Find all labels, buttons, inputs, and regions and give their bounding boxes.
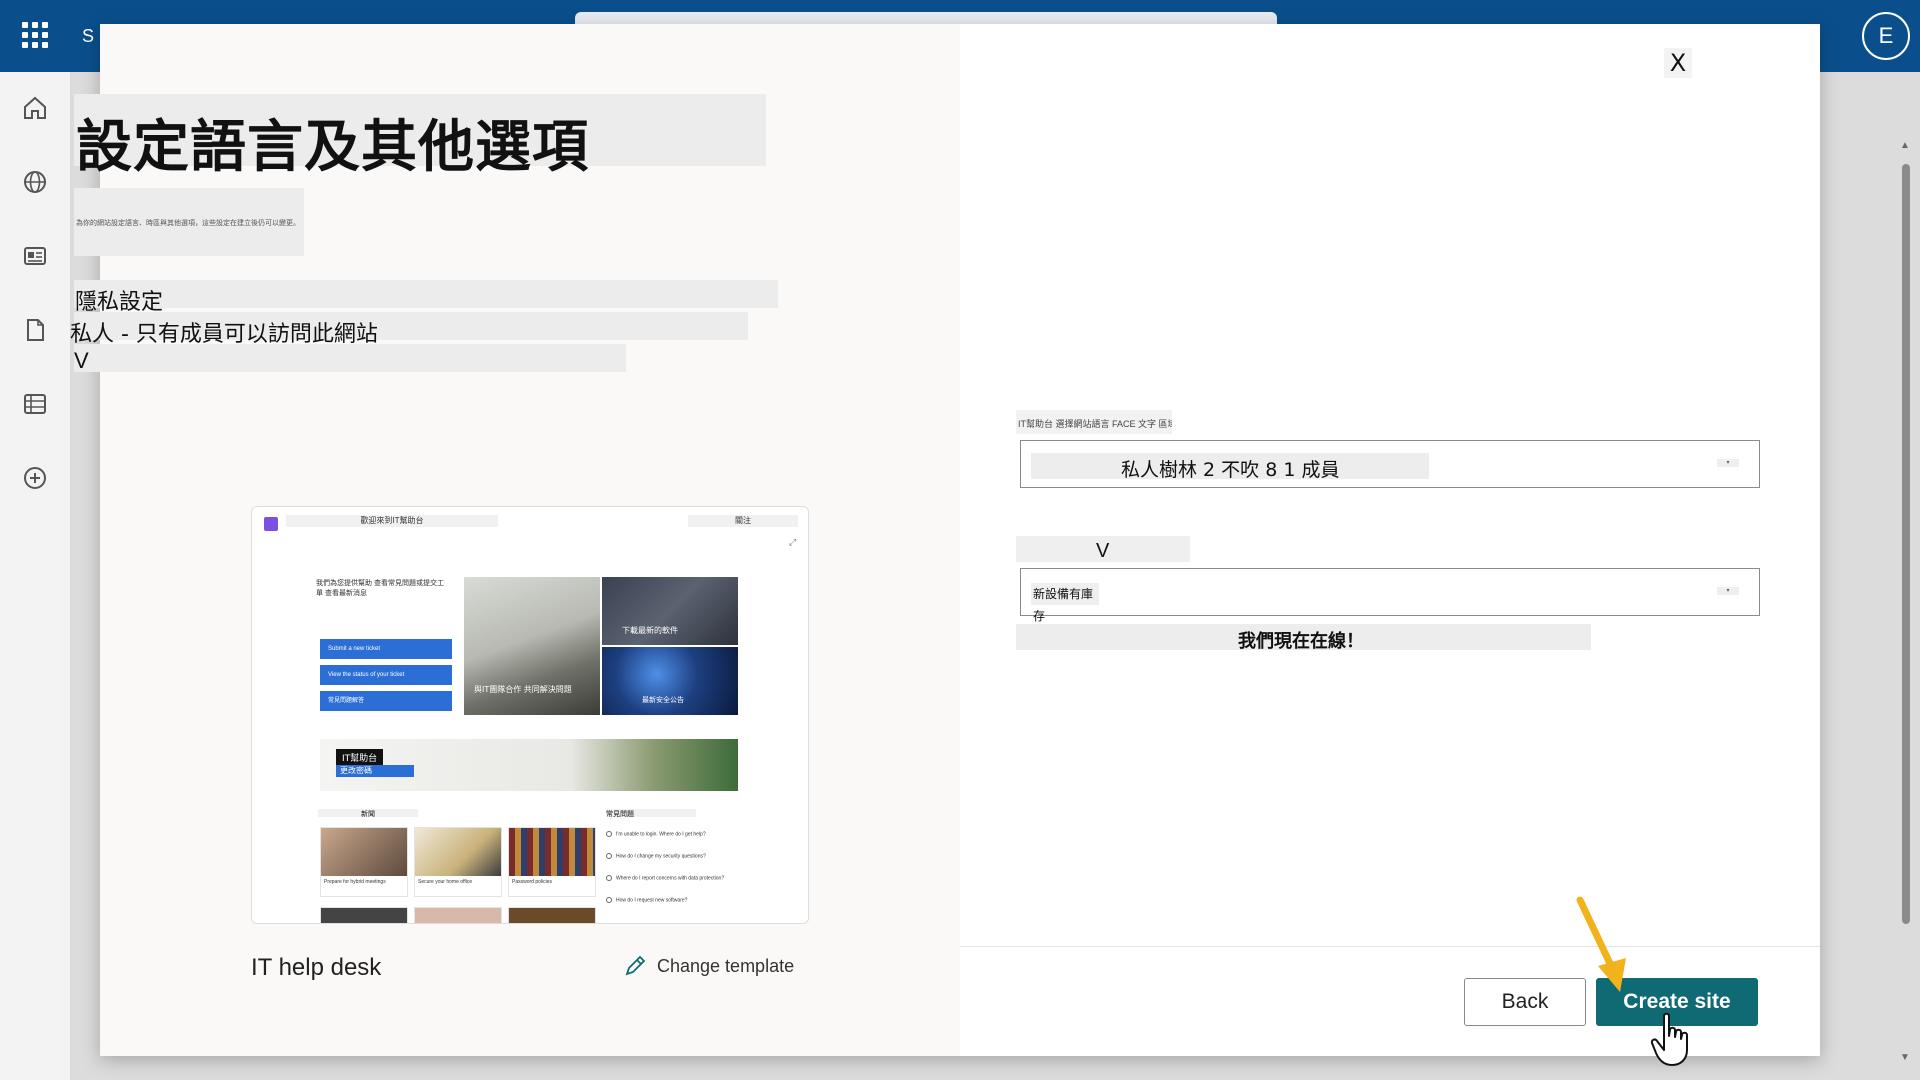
privacy-dropdown-highlight xyxy=(74,344,626,372)
preview-banner-button: 更改密碼 xyxy=(336,765,414,777)
preview-card-image xyxy=(509,828,595,876)
hand-cursor-icon xyxy=(1650,1012,1688,1066)
preview-scrollbar xyxy=(808,555,809,685)
document-icon[interactable] xyxy=(21,316,49,344)
preview-follow: 關注 xyxy=(688,515,798,527)
preview-button: 常見問題解答 xyxy=(320,691,452,711)
arrow-pointer-icon xyxy=(1576,896,1626,992)
preview-button: Submit a new ticket xyxy=(320,639,452,659)
close-button[interactable]: X xyxy=(1664,48,1692,78)
chevron-down-icon: ▾ xyxy=(1717,459,1739,467)
preview-faq-text: I'm unable to login. Where do I get help… xyxy=(616,831,706,838)
dialog-description: 為你的網站設定語言、時區與其他選項，這些設定在建立後仍可以變更。 xyxy=(74,188,304,256)
globe-icon[interactable] xyxy=(21,168,49,196)
dialog-title: 設定語言及其他選項 xyxy=(76,115,589,180)
scroll-up-icon[interactable]: ▲ xyxy=(1900,140,1910,151)
page-scrollbar[interactable]: ▲ ▼ xyxy=(1898,140,1912,1070)
home-icon[interactable] xyxy=(21,94,49,122)
preview-photo-network: 最新安全公告 xyxy=(602,647,738,715)
change-template-label: Change template xyxy=(657,955,795,976)
privacy-dropdown-chevron[interactable]: V xyxy=(74,348,89,374)
preview-faq-text: Where do I report concerns with data pro… xyxy=(616,875,725,882)
preview-photo-person: 下載最新的軟件 xyxy=(602,577,738,645)
add-icon[interactable] xyxy=(21,464,49,492)
scroll-down-icon[interactable]: ▼ xyxy=(1900,1052,1910,1063)
preview-news-card xyxy=(414,907,502,923)
preview-news-card: Secure your home office xyxy=(414,827,502,897)
preview-card-image xyxy=(415,828,501,876)
app-launcher-icon[interactable] xyxy=(22,22,48,48)
language-dropdown[interactable]: 私人樹林 2 不吹 8 1 成員 ▾ xyxy=(1020,440,1760,488)
preview-section-faq: 常見問題 xyxy=(606,809,696,818)
preview-card-image xyxy=(321,828,407,876)
preview-news-card: Prepare for hybrid meetings xyxy=(320,827,408,897)
timezone-dropdown[interactable]: 新設備有庫存 ▾ xyxy=(1020,568,1760,623)
chevron-down-icon: ▾ xyxy=(1717,587,1739,595)
scroll-thumb[interactable] xyxy=(1902,164,1910,924)
preview-card-title: Secure your home office xyxy=(418,879,473,885)
preview-faq-text: How do I request new software? xyxy=(616,897,688,904)
preview-site-name: 歡迎來到IT幫助台 xyxy=(286,515,498,527)
change-template-link[interactable]: Change template xyxy=(623,954,794,978)
preview-card-title: Prepare for hybrid meetings xyxy=(324,879,386,885)
app-brand: S xyxy=(82,26,95,46)
faq-bullet-icon xyxy=(606,831,612,837)
preview-faq-text: How do I change my security questions? xyxy=(616,853,706,860)
preview-banner-title: IT幫助台 xyxy=(336,749,384,766)
preview-photo-caption: 最新安全公告 xyxy=(642,696,684,704)
template-name: IT help desk xyxy=(251,954,382,981)
preview-card-title: Password policies xyxy=(512,879,553,885)
preview-photo-caption: 下載最新的軟件 xyxy=(622,626,678,635)
faq-bullet-icon xyxy=(606,853,612,859)
news-icon[interactable] xyxy=(21,242,49,270)
preview-news-card: Password policies xyxy=(508,827,596,897)
preview-button: View the status of your ticket xyxy=(320,665,452,685)
timezone-label: V xyxy=(1096,540,1110,562)
list-icon[interactable] xyxy=(21,390,49,418)
language-label: IT幫助台 選擇網站語言 FACE 文字 區域設定 xyxy=(1016,410,1172,434)
language-dropdown-value: 私人樹林 2 不吹 8 1 成員 xyxy=(1121,459,1340,481)
privacy-label-highlight xyxy=(74,280,778,308)
preview-faq-item: Where do I report concerns with data pro… xyxy=(606,875,724,881)
preview-photo-meeting: 與IT團隊合作 共同解決問題 xyxy=(464,577,600,715)
preview-news-card xyxy=(508,907,596,923)
preview-intro: 我們為您提供幫助 查看常見問題或提交工單 查看最新消息 xyxy=(316,580,444,597)
preview-faq-item: I'm unable to login. Where do I get help… xyxy=(606,831,706,837)
expand-icon: ⤢ xyxy=(789,537,797,547)
preview-faq-item: How do I request new software? xyxy=(606,897,687,903)
preview-section-news: 新聞 xyxy=(318,809,418,818)
faq-bullet-icon xyxy=(606,875,612,881)
preview-faq-item: How do I change my security questions? xyxy=(606,853,706,859)
avatar[interactable]: E xyxy=(1862,12,1910,60)
preview-photo-caption: 與IT團隊合作 共同解決問題 xyxy=(474,685,572,694)
faq-bullet-icon xyxy=(606,897,612,903)
timezone-dropdown-value: 新設備有庫存 xyxy=(1031,583,1099,623)
pencil-icon xyxy=(625,955,646,976)
app-bar xyxy=(0,72,70,1080)
preview-news-card xyxy=(320,907,408,923)
back-button[interactable]: Back xyxy=(1464,978,1586,1026)
footer-divider xyxy=(960,946,1820,947)
template-preview: 歡迎來到IT幫助台 關注 ⤢ 我們為您提供幫助 查看常見問題或提交工單 查看最新… xyxy=(251,506,809,924)
status-message: 我們現在在線！ xyxy=(1238,631,1364,652)
preview-site-logo xyxy=(264,517,278,531)
